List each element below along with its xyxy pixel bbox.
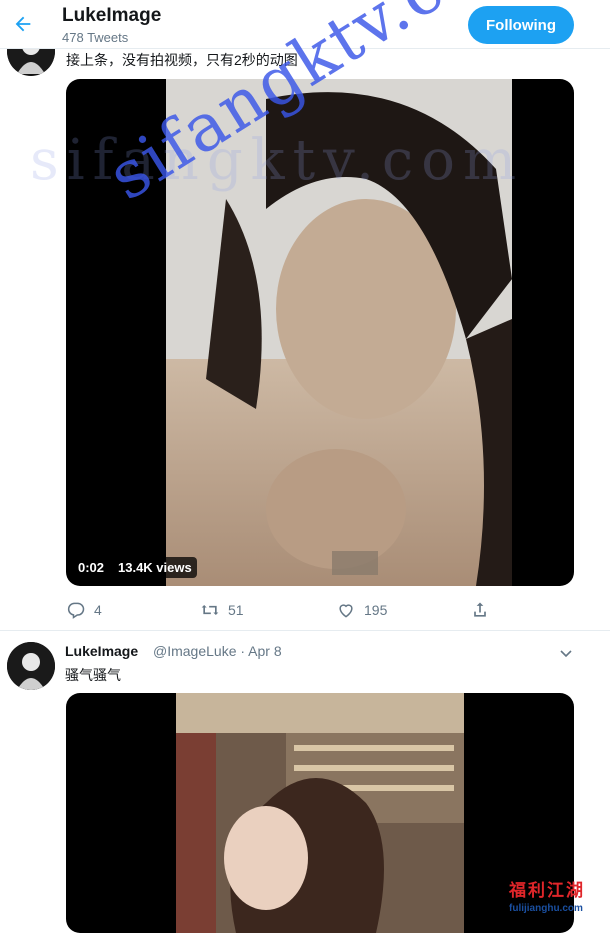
author-name[interactable]: LukeImage [65,643,138,659]
following-button[interactable]: Following [468,6,574,44]
avatar[interactable] [7,642,55,690]
share-icon [474,602,486,617]
tweet-text: 骚气骚气 [65,667,121,683]
watermark-logo-sub: fulijianghu.com [509,903,583,914]
retweet-icon [201,605,219,615]
profile-header: LukeImage 478 Tweets Following [0,0,610,49]
like-count: 195 [364,602,388,618]
reply-icon [67,602,85,619]
video-frame [176,693,464,933]
chevron-down-icon[interactable] [558,645,574,661]
tweet-video[interactable] [66,693,574,933]
watermark-logo-main: 福利江湖 [509,881,585,900]
tweet-count: 478 Tweets [62,30,129,45]
reply-button[interactable]: 4 [66,600,102,620]
video-views: 13.4K views [113,557,197,578]
video-frame [166,79,512,586]
share-button[interactable] [470,600,490,620]
retweet-button[interactable]: 51 [200,600,244,620]
tweet-text: 接上条，没有拍视频，只有2秒的动图 [66,52,298,68]
video-duration: 0:02 [73,557,110,578]
back-arrow-icon[interactable] [12,13,34,35]
like-button[interactable]: 195 [336,600,387,620]
tweet-divider [0,630,610,631]
tweet-video[interactable] [66,79,574,586]
watermark-logo: 福利江湖 fulijianghu.com [509,876,601,918]
profile-name: LukeImage [62,5,162,26]
reply-count: 4 [94,602,102,618]
retweet-count: 51 [228,602,244,618]
author-handle-date[interactable]: @ImageLuke · Apr 8 [153,643,282,659]
like-icon [339,604,353,618]
